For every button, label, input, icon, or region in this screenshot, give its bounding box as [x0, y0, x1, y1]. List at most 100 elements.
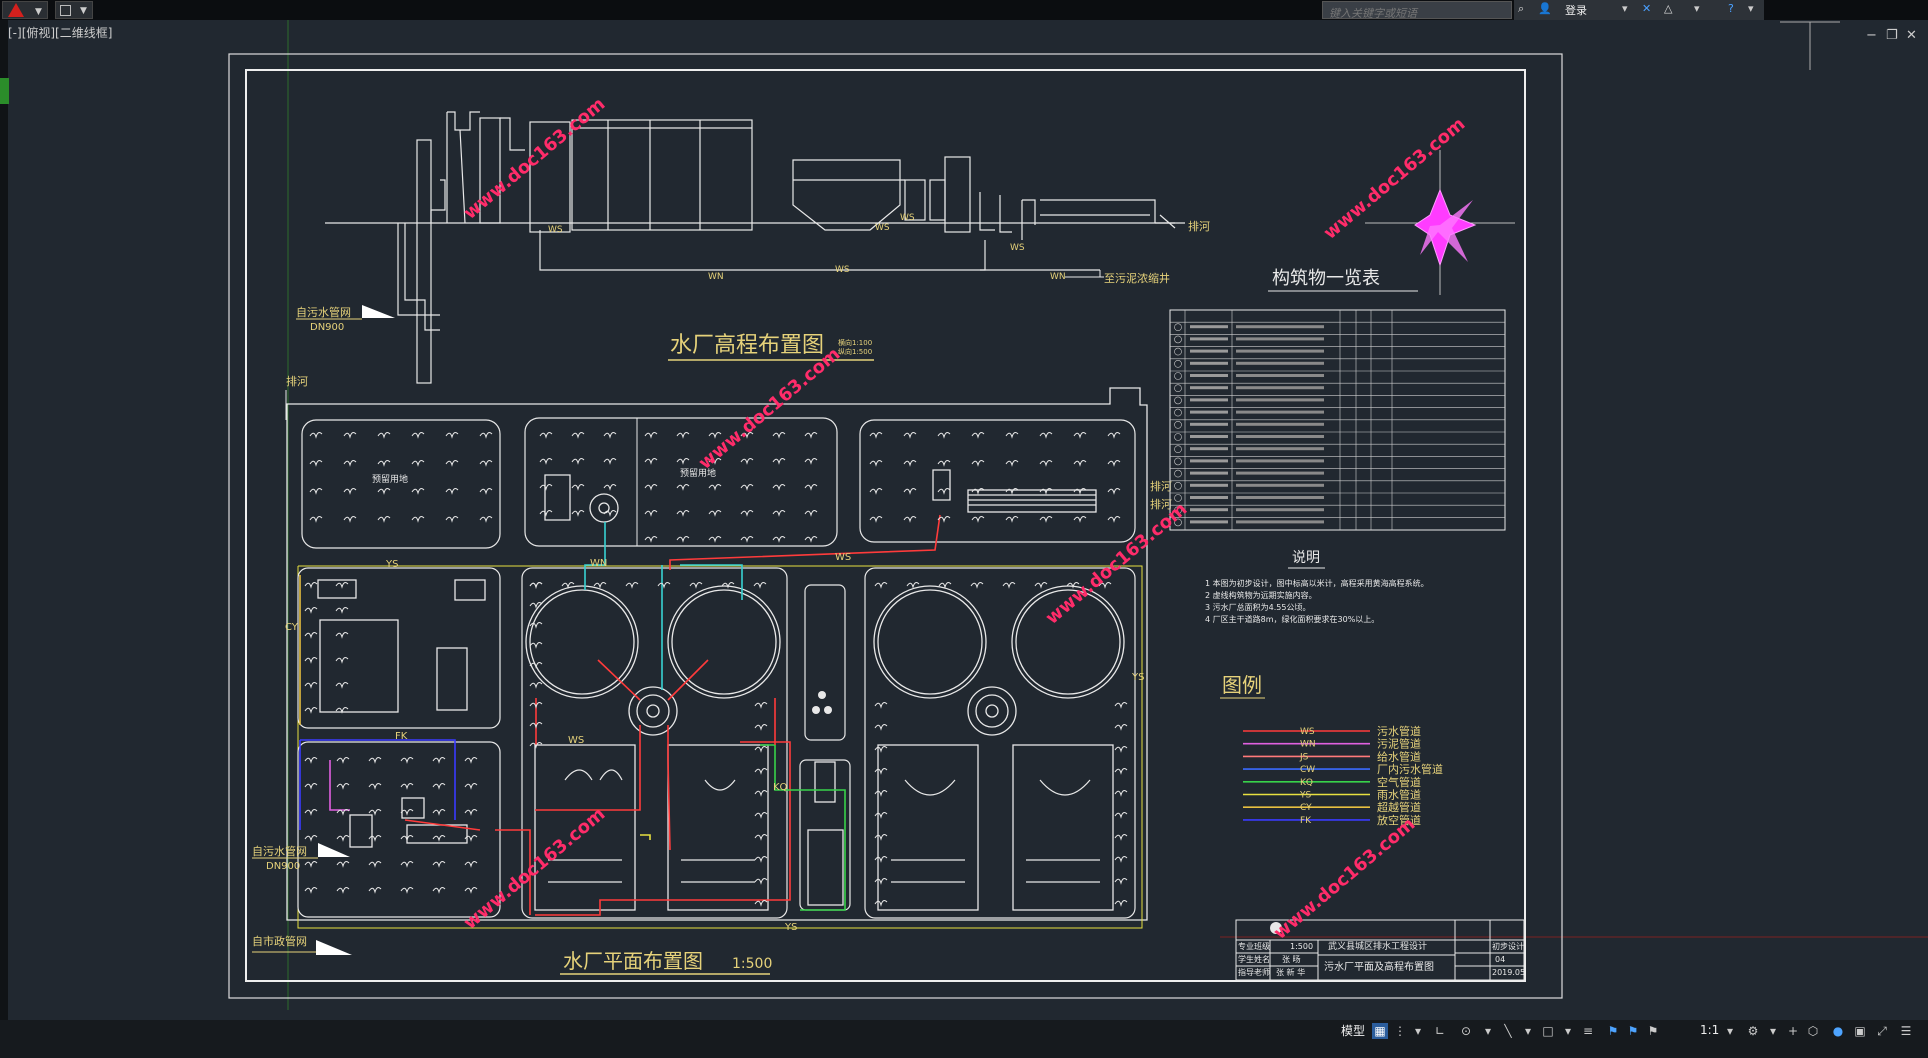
legend-code: YS [1299, 791, 1311, 801]
lineweight-icon[interactable]: ≡ [1580, 1023, 1596, 1039]
svg-text:1 本图为初步设计，图中标高以米计，高程采用黄海高程系统。: 1 本图为初步设计，图中标高以米计，高程采用黄海高程系统。 [1205, 578, 1429, 588]
legend-label: 给水管道 [1377, 749, 1421, 763]
svg-text:DN900: DN900 [266, 861, 300, 872]
isolate-objects-icon[interactable]: ● [1830, 1023, 1846, 1039]
structures-table [1169, 309, 1506, 531]
chevron-down-icon[interactable]: ▾ [1722, 1023, 1738, 1039]
legend-label: 污水管道 [1377, 724, 1421, 738]
svg-text:至污泥浓缩井: 至污泥浓缩井 [1104, 271, 1170, 285]
svg-text:DN900: DN900 [310, 322, 344, 333]
osnap-icon[interactable]: □ [1540, 1023, 1556, 1039]
svg-text:WS: WS [835, 552, 851, 563]
svg-text:WN: WN [590, 558, 607, 569]
binoculars-icon[interactable]: ⌕ [1518, 2, 1524, 16]
svg-text:自污水管网: 自污水管网 [296, 305, 351, 319]
svg-text:构筑物一览表: 构筑物一览表 [1272, 268, 1380, 289]
search-box[interactable] [1322, 1, 1515, 22]
save-icon[interactable] [60, 5, 71, 16]
quick-access-toolbar[interactable]: ▼ [55, 1, 93, 19]
chevron-down-icon[interactable]: ▾ [1765, 1023, 1781, 1039]
svg-text:纵向1:500: 纵向1:500 [838, 347, 872, 356]
chevron-down-icon[interactable]: ▾ [1520, 1023, 1536, 1039]
chevron-down-icon: ▼ [35, 7, 42, 17]
svg-text:排河: 排河 [1150, 479, 1172, 493]
legend-code: WN [1300, 740, 1316, 750]
chevron-down-icon[interactable]: ▾ [1748, 2, 1754, 15]
plus-icon[interactable]: + [1785, 1023, 1801, 1039]
watermarks: www.doc163.com www.doc163.com www.doc163.c… [460, 94, 1470, 944]
svg-text:KQ: KQ [773, 782, 788, 793]
svg-text:WS: WS [548, 225, 563, 235]
application-menu-button[interactable]: ▼ [2, 1, 48, 19]
svg-text:WN: WN [708, 272, 724, 282]
watermark-text: www.doc163.com [695, 344, 845, 474]
annotation-scale-icon[interactable]: ⚑ [1645, 1023, 1661, 1039]
watermark-text: www.doc163.com [1270, 814, 1420, 944]
svg-text:张 旸: 张 旸 [1282, 955, 1301, 964]
legend-code: JS [1299, 752, 1309, 762]
legend-label: 厂内污水管道 [1377, 762, 1443, 776]
customization-menu-icon[interactable]: ☰ [1898, 1023, 1914, 1039]
clean-screen-icon[interactable]: ▣ [1852, 1023, 1868, 1039]
user-icon[interactable]: 👤 [1538, 2, 1552, 15]
svg-text:3 污水厂总面积为4.55公顷。: 3 污水厂总面积为4.55公顷。 [1205, 602, 1310, 612]
svg-text:专业班级: 专业班级 [1238, 941, 1270, 951]
svg-text:1:500: 1:500 [1290, 942, 1313, 951]
chevron-down-icon[interactable]: ▼ [80, 6, 87, 16]
model-space-button[interactable]: 模型 [1336, 1022, 1370, 1040]
svg-text:WS: WS [900, 213, 915, 223]
svg-text:武义县城区排水工程设计: 武义县城区排水工程设计 [1328, 940, 1427, 952]
svg-text:YS: YS [385, 559, 398, 570]
svg-text:自市政管网: 自市政管网 [252, 934, 307, 948]
annotation-scale[interactable]: 1:1 [1700, 1023, 1719, 1037]
gear-icon[interactable]: ⚙ [1745, 1023, 1761, 1039]
hardware-acceleration-icon[interactable]: ⬡ [1805, 1023, 1821, 1039]
svg-text:WS: WS [568, 735, 584, 746]
svg-text:说明: 说明 [1292, 550, 1320, 566]
chevron-down-icon[interactable]: ▾ [1694, 2, 1700, 15]
svg-text:WS: WS [1010, 243, 1025, 253]
snap-icon[interactable]: ⋮ [1392, 1023, 1408, 1039]
isodraft-icon[interactable]: ╲ [1500, 1023, 1516, 1039]
svg-text:水厂高程布置图: 水厂高程布置图 [670, 333, 824, 358]
svg-text:自污水管网: 自污水管网 [252, 844, 307, 858]
chevron-down-icon[interactable]: ▾ [1560, 1023, 1576, 1039]
svg-text:预留用地: 预留用地 [372, 473, 408, 485]
svg-text:排河: 排河 [286, 374, 308, 388]
svg-text:污水厂平面及高程布置图: 污水厂平面及高程布置图 [1324, 960, 1434, 973]
svg-text:1:500: 1:500 [732, 956, 772, 972]
svg-text:WS: WS [835, 265, 850, 275]
legend-code: WS [1300, 727, 1315, 737]
exchange-icon[interactable]: ✕ [1642, 2, 1651, 15]
a360-icon[interactable]: △ [1664, 2, 1672, 15]
fullscreen-icon[interactable]: ⤢ [1874, 1023, 1890, 1039]
svg-text:张 新 华: 张 新 华 [1276, 967, 1305, 977]
svg-text:横向1:100: 横向1:100 [838, 338, 872, 347]
svg-text:CY: CY [285, 622, 299, 633]
legend-label: 空气管道 [1377, 775, 1421, 789]
svg-text:2 虚线构筑物为远期实施内容。: 2 虚线构筑物为远期实施内容。 [1205, 590, 1317, 600]
chevron-down-icon[interactable]: ▾ [1480, 1023, 1496, 1039]
ortho-icon[interactable]: ∟ [1432, 1023, 1448, 1039]
svg-text:04: 04 [1495, 955, 1505, 964]
svg-text:排河: 排河 [1188, 219, 1210, 233]
drawing-canvas[interactable]: WS WS WN WN WS WS WS 排河 至污泥浓缩井 自污水管网 DN9… [0, 20, 1928, 1020]
svg-text:FK: FK [395, 731, 408, 742]
svg-text:图例: 图例 [1222, 673, 1262, 697]
svg-text:学生姓名: 学生姓名 [1238, 954, 1270, 964]
login-link[interactable]: 登录 [1565, 2, 1587, 18]
svg-text:YS: YS [1131, 672, 1144, 683]
polar-icon[interactable]: ⊙ [1458, 1023, 1474, 1039]
legend-label: 污泥管道 [1377, 737, 1421, 751]
svg-text:4 厂区主干道路8m，绿化面积要求在30%以上。: 4 厂区主干道路8m，绿化面积要求在30%以上。 [1205, 614, 1379, 624]
svg-text:水厂平面布置图: 水厂平面布置图 [563, 949, 703, 973]
autocad-logo-icon [8, 3, 24, 17]
chevron-down-icon[interactable]: ▾ [1622, 2, 1628, 15]
chevron-down-icon[interactable]: ▾ [1410, 1023, 1426, 1039]
help-icon[interactable]: ? [1728, 2, 1734, 15]
legend-code: KQ [1300, 778, 1313, 788]
annotation-visibility-icon[interactable]: ⚑ [1605, 1023, 1621, 1039]
legend: WS 污水管道 WN 污泥管道 JS 给水管道 CW 厂内污水管道 KQ 空气管道 YS 雨水管道 CY… [1243, 724, 1443, 827]
grid-icon[interactable]: ▦ [1372, 1023, 1388, 1039]
auto-scale-icon[interactable]: ⚑ [1625, 1023, 1641, 1039]
